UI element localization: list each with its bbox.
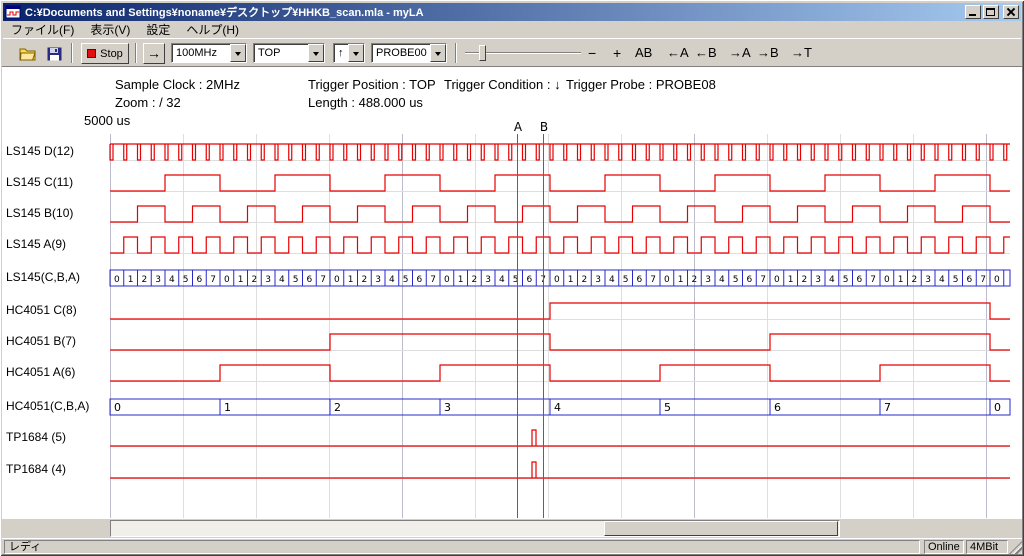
menu-file[interactable]: ファイル(F) [3,20,82,39]
trigger-position-value: TOP [254,44,308,62]
sample-clock-value: 100MHz [172,44,230,62]
chevron-down-icon[interactable] [308,44,324,62]
slider-thumb[interactable] [479,45,486,61]
folder-open-icon [19,47,37,61]
menu-settings[interactable]: 設定 [138,20,178,39]
goto-trigger-button[interactable]: →T [791,45,812,60]
trigger-probe-select[interactable]: PROBE00 [371,43,447,63]
resize-grip[interactable] [1009,541,1022,554]
triangle-icon [435,52,441,59]
chevron-down-icon[interactable] [430,44,446,62]
status-online: Online [924,540,964,554]
minimize-button[interactable] [965,5,981,19]
menu-help[interactable]: ヘルプ(H) [178,20,247,39]
trigger-probe-info: Trigger Probe : PROBE08 [566,77,716,92]
ab-measure-button[interactable]: AB [635,45,652,60]
trigger-position-select[interactable]: TOP [253,43,325,63]
maximize-button[interactable] [983,5,999,19]
trigger-position-info: Trigger Position : TOP [308,77,436,92]
zoom-slider[interactable] [465,43,581,63]
app-window: C:¥Documents and Settings¥noname¥デスクトップ¥… [0,0,1024,556]
zoom-out-button[interactable]: − [588,45,596,61]
zoom-info: Zoom : / 32 [115,95,181,110]
scrollbar-thumb[interactable] [604,521,838,536]
triangle-icon [235,52,241,59]
toolbar-separator [71,43,73,63]
horizontal-scrollbar[interactable] [110,520,840,537]
stop-icon [87,49,96,58]
triangle-icon [353,52,359,59]
close-icon [1006,7,1016,17]
goto-marker-a-left-button[interactable]: ←A [667,45,689,60]
maximize-icon [986,8,995,16]
open-file-button[interactable] [17,44,39,63]
zoom-in-button[interactable]: + [613,45,621,61]
stop-label: Stop [100,48,123,60]
run-button[interactable]: → [143,43,165,64]
status-memory: 4MBit [966,540,1008,554]
chevron-down-icon[interactable] [230,44,246,62]
minimize-icon [969,14,976,16]
toolbar-separator [135,43,137,63]
status-bar: レディ Online 4MBit [2,538,1022,554]
length-info: Length : 488.000 us [308,95,423,110]
title-bar: C:¥Documents and Settings¥noname¥デスクトップ¥… [3,3,1021,21]
goto-marker-a-right-button[interactable]: →A [729,45,751,60]
save-button[interactable] [43,44,65,63]
menu-bar: ファイル(F) 表示(V) 設定 ヘルプ(H) [3,21,1021,38]
floppy-disk-icon [47,47,62,61]
menu-view[interactable]: 表示(V) [82,20,138,39]
trigger-probe-value: PROBE00 [372,44,430,62]
toolbar: Stop → 100MHz TOP ↑ PROBE00 − + AB ←A ←B [3,38,1021,66]
goto-marker-b-left-button[interactable]: ←B [695,45,717,60]
status-message: レディ [4,540,920,554]
stop-button[interactable]: Stop [81,43,129,64]
time-division-label: 5000 us [84,113,130,128]
toolbar-separator [455,43,457,63]
scrollbar-strip [2,519,1022,538]
app-icon[interactable] [5,4,21,20]
chevron-down-icon[interactable] [348,44,364,62]
window-title: C:¥Documents and Settings¥noname¥デスクトップ¥… [25,4,963,20]
trigger-condition-info: Trigger Condition : ↓ [444,77,561,92]
trigger-edge-value: ↑ [334,44,348,62]
waveform-area[interactable] [110,134,1010,518]
close-button[interactable] [1003,5,1019,19]
trigger-edge-select[interactable]: ↑ [333,43,365,63]
sample-clock-info: Sample Clock : 2MHz [115,77,240,92]
goto-marker-b-right-button[interactable]: →B [757,45,779,60]
triangle-icon [313,52,319,59]
sample-clock-select[interactable]: 100MHz [171,43,247,63]
